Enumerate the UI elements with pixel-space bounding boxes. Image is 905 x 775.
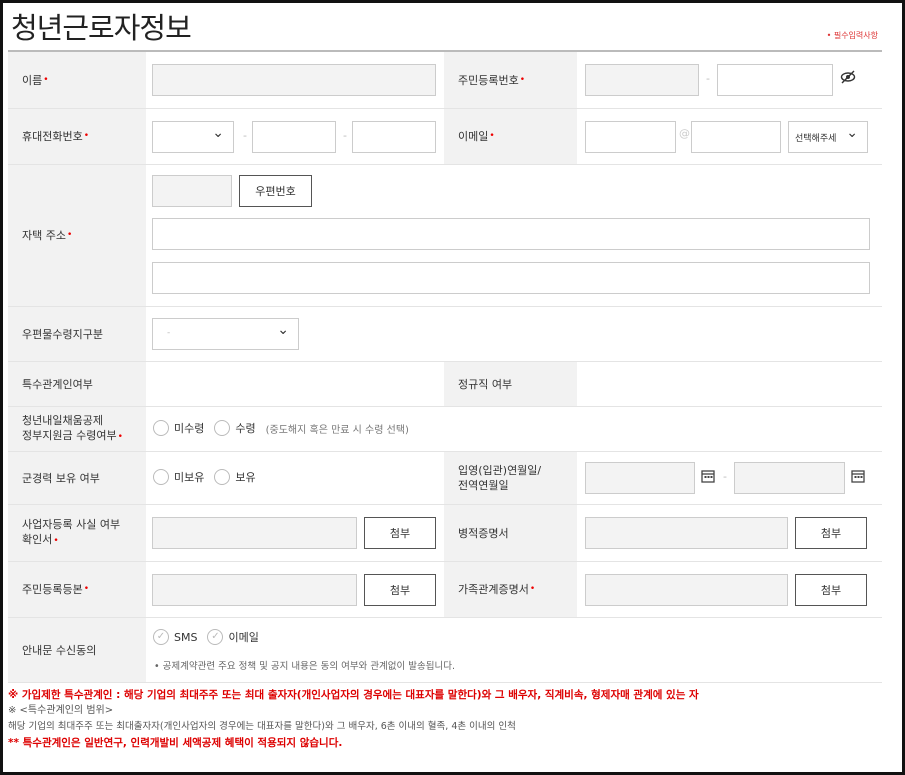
resident-copy-attach-button[interactable]: 첨부	[364, 574, 436, 606]
family-cert-attach-button[interactable]: 첨부	[795, 574, 867, 606]
email-domain-input[interactable]	[691, 121, 781, 153]
required-mark: •	[529, 584, 536, 594]
calendar-icon[interactable]	[851, 469, 865, 487]
required-mark: •	[53, 536, 59, 546]
phone-last-input[interactable]	[352, 121, 436, 153]
required-mark: •	[83, 131, 90, 141]
subsidy-yes-radio[interactable]	[214, 420, 231, 436]
label-phone: 휴대전화번호 •	[8, 109, 146, 164]
email-consent-checkbox[interactable]: ✓	[207, 629, 224, 645]
address-line1-input[interactable]	[152, 218, 870, 250]
military-no-radio[interactable]	[153, 469, 169, 485]
name-input[interactable]	[152, 64, 436, 96]
label-business-reg: 사업자등록 사실 여부 확인서•	[8, 505, 146, 561]
youth-worker-form: 이름 • 주민등록번호 • - 휴대전화번호 • ⌄ - - 이메일 • @ 선…	[8, 50, 882, 683]
footer-notes: ※ 가입제한 특수관계인 : 해당 기업의 최대주주 또는 최대 출자자(개인사…	[8, 687, 882, 751]
row-military: 군경력 보유 여부 미보유 보유 입영(입관)연월일/ 전역연월일 -	[8, 452, 882, 505]
zip-code-input[interactable]	[152, 175, 232, 207]
row-resident-copy: 주민등록등본 • 첨부 가족관계증명서 • 첨부	[8, 562, 882, 618]
row-subsidy: 청년내일채움공제 정부지원금 수령여부• 미수령 수령 (중도해지 혹은 만료 …	[8, 407, 882, 452]
business-reg-file-input[interactable]	[152, 517, 357, 549]
required-note: • 필수입력사항	[826, 31, 878, 40]
page-frame: 청년근로자정보 • 필수입력사항 이름 • 주민등록번호 • - 휴대전화번호 …	[0, 0, 905, 775]
required-mark: •	[117, 432, 123, 442]
label-resident-copy: 주민등록등본 •	[8, 562, 146, 617]
resident-copy-file-input[interactable]	[152, 574, 357, 606]
subsidy-note: (중도해지 혹은 만료 시 수령 선택)	[265, 424, 409, 436]
at-sign: @	[679, 127, 690, 140]
regular-value	[577, 362, 882, 406]
footer-line-2: ※ <특수관계인의 범위>	[8, 705, 114, 716]
label-military-cert: 병적증명서	[444, 505, 577, 561]
subsidy-no-radio[interactable]	[153, 420, 169, 436]
military-yes-radio[interactable]	[214, 469, 231, 485]
rrn-front-input[interactable]	[585, 64, 699, 96]
label-notice-consent: 안내문 수신동의	[8, 618, 146, 682]
enlist-date-input[interactable]	[585, 462, 695, 494]
row-business-reg: 사업자등록 사실 여부 확인서• 첨부 병적증명서 첨부	[8, 505, 882, 562]
dash: -	[723, 470, 727, 483]
row-name-rrn: 이름 • 주민등록번호 • -	[8, 52, 882, 109]
required-mark: •	[83, 584, 90, 594]
row-notice-consent: 안내문 수신동의 ✓ SMS ✓ 이메일 • 공제계약관련 주요 정책 및 공지…	[8, 618, 882, 683]
dash: -	[343, 129, 347, 142]
label-subsidy: 청년내일채움공제 정부지원금 수령여부•	[8, 407, 146, 451]
email-domain-select[interactable]: 선택해주세	[788, 121, 868, 153]
family-cert-file-input[interactable]	[585, 574, 788, 606]
footer-line-3: 해당 기업의 최대주주 또는 최대출자자(개인사업자의 경우에는 대표자를 말한…	[8, 721, 516, 732]
label-rrn: 주민등록번호 •	[444, 52, 577, 108]
special-relation-value	[146, 362, 444, 406]
row-address: 자택 주소 • 우편번호	[8, 165, 882, 307]
phone-middle-input[interactable]	[252, 121, 336, 153]
footer-line-1: ※ 가입제한 특수관계인 : 해당 기업의 최대주주 또는 최대 출자자(개인사…	[8, 689, 699, 701]
row-special-relation: 특수관계인여부 정규직 여부	[8, 362, 882, 407]
eye-off-icon[interactable]	[840, 69, 856, 88]
label-special-relation: 특수관계인여부	[8, 362, 146, 406]
label-enlist-date: 입영(입관)연월일/ 전역연월일	[444, 452, 577, 504]
zip-search-button[interactable]: 우편번호	[239, 175, 312, 207]
address-line2-input[interactable]	[152, 262, 870, 294]
discharge-date-input[interactable]	[734, 462, 845, 494]
label-name: 이름 •	[8, 52, 146, 108]
label-family-cert: 가족관계증명서 •	[444, 562, 577, 617]
label-mail-recipient: 우편물수령지구분	[8, 307, 146, 361]
business-reg-attach-button[interactable]: 첨부	[364, 517, 436, 549]
page-title: 청년근로자정보	[11, 11, 192, 45]
label-email: 이메일 •	[444, 109, 577, 164]
military-cert-file-input[interactable]	[585, 517, 788, 549]
phone-prefix-select[interactable]	[152, 121, 234, 153]
calendar-icon[interactable]	[701, 469, 715, 487]
dash: -	[706, 72, 710, 85]
sms-consent-checkbox[interactable]: ✓	[153, 629, 169, 645]
military-cert-attach-button[interactable]: 첨부	[795, 517, 867, 549]
row-mail-recipient: 우편물수령지구분 -	[8, 307, 882, 362]
consent-note: • 공제계약관련 주요 정책 및 공지 내용은 동의 여부와 관계없이 발송됩니…	[154, 661, 456, 672]
rrn-back-input[interactable]	[717, 64, 833, 96]
required-mark: •	[66, 230, 73, 240]
required-mark: •	[489, 131, 495, 141]
label-regular: 정규직 여부	[444, 362, 577, 406]
required-mark: •	[519, 74, 526, 85]
footer-line-4: ** 특수관계인은 일반연구, 인력개발비 세액공제 혜택이 적용되지 않습니다…	[8, 737, 343, 749]
label-military: 군경력 보유 여부	[8, 452, 146, 504]
label-address: 자택 주소 •	[8, 165, 146, 306]
mail-recipient-select[interactable]: -	[152, 318, 299, 350]
required-mark: •	[43, 74, 49, 85]
dash: -	[243, 129, 247, 142]
row-phone-email: 휴대전화번호• - - 이메일• @ 선택해주세	[8, 109, 882, 165]
email-id-input[interactable]	[585, 121, 676, 153]
